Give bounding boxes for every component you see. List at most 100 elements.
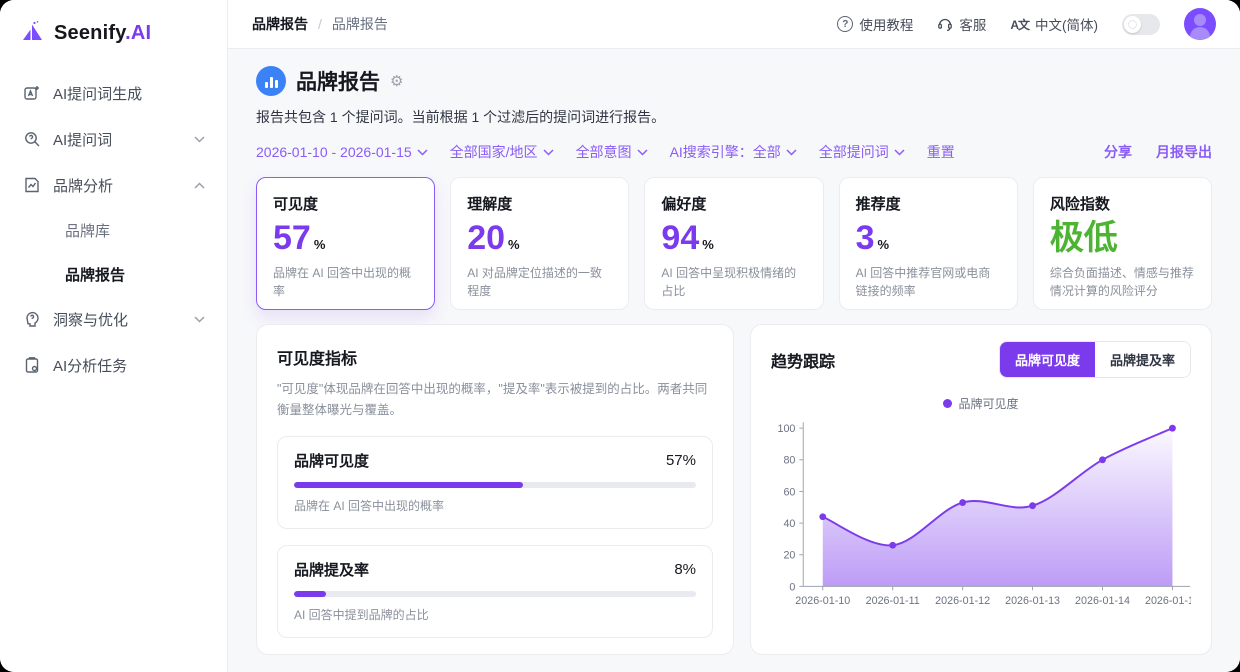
card-risk-index[interactable]: 风险指数 极低 综合负面描述、情感与推荐情况计算的风险评分 [1033, 177, 1212, 310]
svg-text:100: 100 [777, 423, 795, 435]
panel-title: 趋势跟踪 [771, 348, 835, 372]
chevron-down-icon [417, 149, 428, 156]
svg-text:2026-01-15: 2026-01-15 [1145, 595, 1191, 607]
main-column: 品牌报告 / 品牌报告 ? 使用教程 [228, 0, 1240, 672]
report-chart-icon [256, 66, 286, 96]
svg-text:2026-01-14: 2026-01-14 [1075, 595, 1130, 607]
insight-head-icon [22, 309, 42, 329]
chart-legend: 品牌可见度 [771, 395, 1191, 412]
breadcrumb-current: 品牌报告 [332, 14, 388, 34]
support-link[interactable]: 客服 [937, 14, 986, 34]
ai-generate-icon [22, 83, 42, 103]
card-value: 极低 [1050, 221, 1118, 257]
prompts-filter[interactable]: 全部提问词 [819, 142, 905, 162]
sidebar-item-label: AI提问词 [53, 129, 112, 150]
svg-text:80: 80 [783, 455, 795, 467]
chevron-up-icon [194, 182, 205, 189]
logo[interactable]: Seenify.AI [0, 0, 227, 62]
card-value: 3 [856, 221, 875, 257]
search-question-icon [22, 129, 42, 149]
sidebar-subitem-brand-library[interactable]: 品牌库 [12, 208, 215, 252]
svg-text:2026-01-10: 2026-01-10 [795, 595, 850, 607]
card-recommendation[interactable]: 推荐度 3% AI 回答中推荐官网或电商链接的频率 [839, 177, 1018, 310]
card-preference[interactable]: 偏好度 94% AI 回答中呈现积极情绪的占比 [644, 177, 823, 310]
share-button[interactable]: 分享 [1104, 142, 1132, 162]
svg-text:20: 20 [783, 550, 795, 562]
avatar[interactable] [1184, 8, 1216, 40]
help-icon: ? [837, 16, 853, 32]
card-value: 57 [273, 221, 311, 257]
trend-panel: 趋势跟踪 品牌可见度 品牌提及率 品牌可见度 0204060801002026-… [750, 324, 1212, 655]
engine-filter[interactable]: AI搜索引擎：全部 [670, 142, 797, 162]
svg-text:0: 0 [789, 581, 795, 593]
toggle-brand-visibility[interactable]: 品牌可见度 [1000, 342, 1095, 377]
trend-metric-toggle: 品牌可见度 品牌提及率 [999, 341, 1191, 378]
trend-chart: 0204060801002026-01-102026-01-112026-01-… [771, 416, 1191, 621]
brand-visibility-metric: 品牌可见度 57% 品牌在 AI 回答中出现的概率 [277, 436, 713, 529]
reset-button[interactable]: 重置 [927, 142, 955, 162]
metric-cards: 可见度 57% 品牌在 AI 回答中出现的概率 理解度 20% AI 对品牌定位… [256, 177, 1212, 310]
toggle-brand-mention[interactable]: 品牌提及率 [1095, 342, 1190, 377]
clipboard-task-icon [22, 355, 42, 375]
card-understanding[interactable]: 理解度 20% AI 对品牌定位描述的一致程度 [450, 177, 629, 310]
sidebar-item-label: 洞察与优化 [53, 309, 128, 330]
progress-bar [294, 482, 696, 488]
avatar-body [1190, 27, 1210, 40]
sidebar-item-brand-analysis[interactable]: 品牌分析 [12, 162, 215, 208]
page-header: 品牌报告 ⚙ [256, 66, 1212, 96]
legend-dot-icon [943, 399, 952, 408]
sidebar-item-ai-tasks[interactable]: AI分析任务 [12, 342, 215, 388]
language-selector[interactable]: A文 中文(简体) [1010, 14, 1098, 34]
breadcrumb-separator: / [318, 16, 322, 32]
svg-text:2026-01-11: 2026-01-11 [866, 595, 920, 607]
sidebar-item-insights[interactable]: 洞察与优化 [12, 296, 215, 342]
country-filter[interactable]: 全部国家/地区 [450, 142, 554, 162]
chevron-down-icon [637, 149, 648, 156]
visibility-metrics-panel: 可见度指标 "可见度"体现品牌在回答中出现的概率，"提及率"表示被提到的占比。两… [256, 324, 734, 655]
chevron-down-icon [194, 316, 205, 323]
export-button[interactable]: 月报导出 [1156, 142, 1212, 162]
sidebar-item-label: 品牌分析 [53, 175, 113, 196]
gear-icon[interactable]: ⚙ [390, 72, 403, 90]
card-value: 94 [661, 221, 699, 257]
breadcrumb-parent[interactable]: 品牌报告 [252, 14, 308, 34]
panel-title: 可见度指标 [277, 345, 713, 369]
sidebar-item-prompts[interactable]: AI提问词 [12, 116, 215, 162]
sun-icon [1124, 16, 1141, 33]
sidebar-nav: AI提问词生成 AI提问词 [0, 62, 227, 388]
translate-icon: A文 [1010, 16, 1029, 33]
app-window: Seenify.AI AI提问词生成 [0, 0, 1240, 672]
page-content: 品牌报告 ⚙ 报告共包含 1 个提问词。当前根据 1 个过滤后的提问词进行报告。… [228, 49, 1240, 672]
tutorial-link[interactable]: ? 使用教程 [837, 14, 913, 34]
topbar-actions: ? 使用教程 客服 A文 中文( [837, 8, 1216, 40]
card-visibility[interactable]: 可见度 57% 品牌在 AI 回答中出现的概率 [256, 177, 435, 310]
chevron-down-icon [543, 149, 554, 156]
date-range-filter[interactable]: 2026-01-10 - 2026-01-15 [256, 144, 428, 160]
svg-text:40: 40 [783, 518, 795, 530]
topbar: 品牌报告 / 品牌报告 ? 使用教程 [228, 0, 1240, 49]
page-title: 品牌报告 [296, 66, 380, 96]
chart-document-icon [22, 175, 42, 195]
card-value: 20 [467, 221, 505, 257]
report-summary: 报告共包含 1 个提问词。当前根据 1 个过滤后的提问词进行报告。 [256, 107, 1212, 127]
theme-toggle[interactable] [1122, 14, 1160, 35]
bottom-panels: 可见度指标 "可见度"体现品牌在回答中出现的概率，"提及率"表示被提到的占比。两… [256, 324, 1212, 655]
sidebar-item-prompt-generate[interactable]: AI提问词生成 [12, 70, 215, 116]
sidebar: Seenify.AI AI提问词生成 [0, 0, 228, 672]
sidebar-item-label: AI提问词生成 [53, 83, 142, 104]
panel-description: "可见度"体现品牌在回答中出现的概率，"提及率"表示被提到的占比。两者共同衡量整… [277, 379, 713, 420]
report-actions: 分享 月报导出 [1104, 142, 1212, 162]
intent-filter[interactable]: 全部意图 [576, 142, 648, 162]
trend-chart-container: 0204060801002026-01-102026-01-112026-01-… [771, 416, 1191, 621]
chevron-down-icon [894, 149, 905, 156]
progress-bar [294, 591, 696, 597]
chevron-down-icon [194, 136, 205, 143]
filter-bar: 2026-01-10 - 2026-01-15 全部国家/地区 全部意图 AI搜… [256, 142, 1212, 162]
sidebar-item-label: AI分析任务 [53, 355, 127, 376]
logo-icon [20, 20, 46, 46]
brand-name: Seenify.AI [54, 22, 151, 45]
svg-text:2026-01-13: 2026-01-13 [1005, 595, 1060, 607]
breadcrumb: 品牌报告 / 品牌报告 [252, 14, 388, 34]
svg-text:2026-01-12: 2026-01-12 [935, 595, 990, 607]
sidebar-subitem-brand-report[interactable]: 品牌报告 [12, 252, 215, 296]
